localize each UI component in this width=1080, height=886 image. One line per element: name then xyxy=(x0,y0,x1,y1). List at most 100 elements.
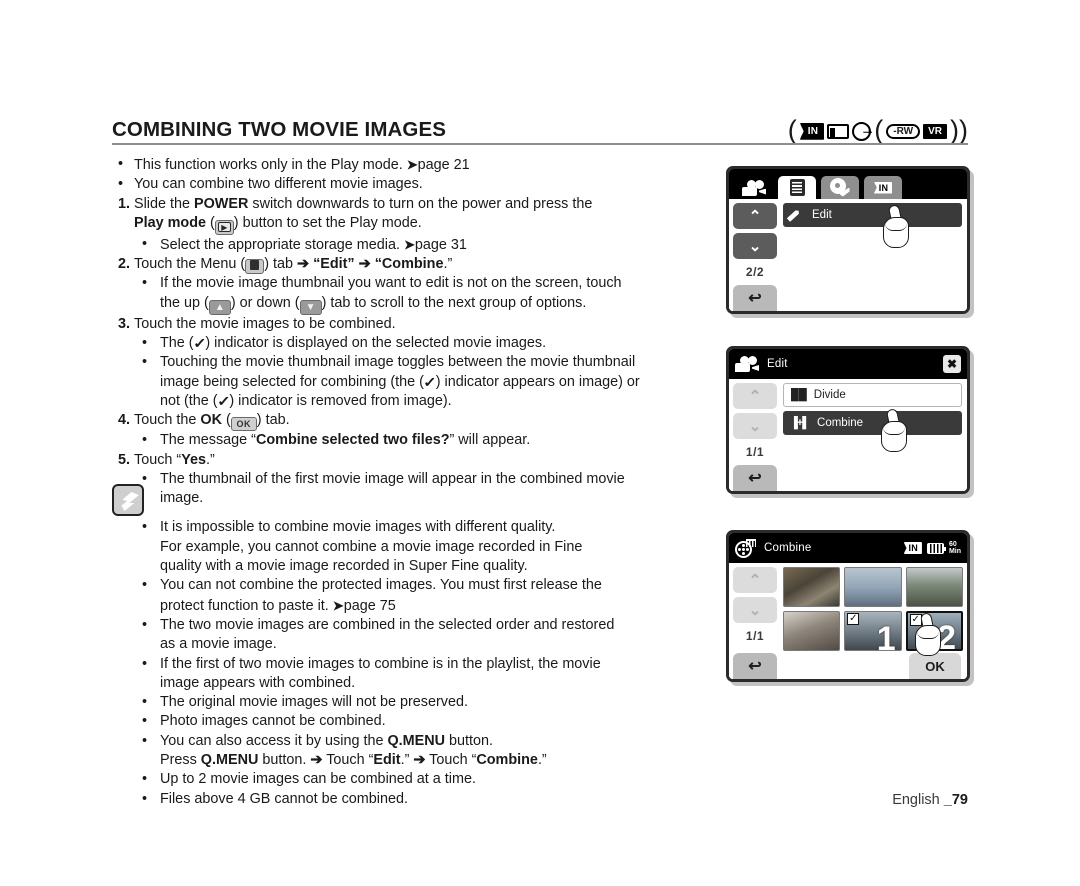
sub-bullet-text: image. xyxy=(160,490,204,507)
camcorder-icon xyxy=(735,356,759,372)
ok-button[interactable]: OK xyxy=(909,653,961,679)
step-text: Touch “ xyxy=(134,451,182,468)
bullet-marker xyxy=(138,235,160,254)
checkmark-icon: ✓ xyxy=(216,392,231,409)
screen2-side-controls: ⌃ ⌄ 1/1 xyxy=(733,383,777,459)
bullet-marker xyxy=(138,353,160,372)
menu-item-combine[interactable]: ▐+▌ Combine xyxy=(783,411,962,435)
combine-keyword: “Combine xyxy=(374,256,444,273)
sub-bullet-text: Select the appropriate storage media. xyxy=(160,236,400,253)
chevron-up-icon: ▲ xyxy=(208,299,231,315)
note-line: as a movie image. xyxy=(112,635,722,654)
bullet-marker xyxy=(138,693,160,712)
play-mode-keyword: Play mode xyxy=(134,214,206,231)
screen3-titlebar: Combine IN 60 Min xyxy=(729,533,967,563)
thumbnail-item-selected-2[interactable]: ✓ 2 xyxy=(905,611,963,651)
bullet-marker xyxy=(138,712,160,731)
step-text-cont: ) tab xyxy=(264,256,293,273)
step-text-end: .” xyxy=(206,451,215,468)
screen3-side-controls: ⌃ ⌄ 1/1 xyxy=(733,567,777,643)
sub-text: image being selected for combining (the … xyxy=(160,373,424,390)
status-bar: IN 60 Min xyxy=(903,541,961,555)
bullet-marker xyxy=(138,732,160,751)
screen-title: Edit xyxy=(767,358,788,370)
play-mode-icon: ▶ xyxy=(214,219,234,235)
bullet-item: You can combine two different movie imag… xyxy=(112,175,722,194)
sub-bullet-cont: image. xyxy=(112,489,722,508)
sub-bullet: The (✓) indicator is displayed on the se… xyxy=(112,334,722,353)
thumbnail-item-selected-1[interactable]: ✓ 1 xyxy=(844,611,902,651)
scroll-down-button[interactable]: ⌄ xyxy=(733,597,777,623)
page-indicator: 1/1 xyxy=(745,445,765,459)
sub-bullet: Select the appropriate storage media. ➤p… xyxy=(112,235,722,255)
note-text: .” xyxy=(400,752,414,769)
checkmark-icon: ✓ xyxy=(192,335,207,352)
manual-page: COMBINING TWO MOVIE IMAGES ( IN ( -RW VR… xyxy=(0,0,1080,886)
storage-in-icon: IN xyxy=(799,122,825,140)
sub-bullet-cont: image being selected for combining (the … xyxy=(112,373,722,392)
tab-settings[interactable] xyxy=(821,176,859,199)
step-item: 1. Slide the POWER switch downwards to t… xyxy=(112,195,722,214)
note-bullet: Photo images cannot be combined. xyxy=(112,712,722,731)
divide-icon: █ █ xyxy=(791,389,807,401)
instruction-body: This function works only in the Play mod… xyxy=(112,155,722,809)
note-line: quality with a movie image recorded in S… xyxy=(112,557,722,576)
tab-camcorder[interactable] xyxy=(735,176,773,199)
step-item-cont: Play mode (▶) button to set the Play mod… xyxy=(112,214,722,235)
thumbnail-item[interactable] xyxy=(783,611,841,651)
menu-tab-icon xyxy=(245,259,265,275)
thumbnail-item[interactable] xyxy=(905,567,963,607)
bullet-marker xyxy=(138,274,160,293)
note-bullet: You can also access it by using the Q.ME… xyxy=(112,732,722,751)
camcorder-icon xyxy=(742,179,766,196)
sequence-arrow: ➔ xyxy=(297,256,310,273)
scroll-up-button[interactable]: ⌃ xyxy=(733,567,777,593)
combine-icon: ▐+▌ xyxy=(790,417,810,429)
page-header: COMBINING TWO MOVIE IMAGES ( IN ( -RW VR… xyxy=(112,117,968,144)
tab-menu-list[interactable] xyxy=(778,176,816,199)
ok-tab-icon: OK xyxy=(230,417,257,432)
back-button[interactable]: ↩ xyxy=(733,653,777,679)
page-ref-arrow: ➤ xyxy=(406,157,418,172)
back-button[interactable]: ↩ xyxy=(733,285,777,311)
checkmark-icon: ✓ xyxy=(847,613,860,625)
sub-text: ) indicator appears on image) or xyxy=(435,373,640,390)
tab-storage[interactable]: IN xyxy=(864,176,902,199)
page-indicator: 2/2 xyxy=(745,265,765,279)
sub-text: ” will appear. xyxy=(449,432,531,449)
note-text: image appears with combined. xyxy=(160,674,356,691)
screen3-body: ⌃ ⌄ 1/1 ↩ ✓ 1 ✓ 2 OK xyxy=(729,563,967,679)
step-item: 3. Touch the movie images to be combined… xyxy=(112,315,722,334)
thumbnail-item[interactable] xyxy=(783,567,841,607)
step-number: 4. xyxy=(118,412,131,429)
back-button[interactable]: ↩ xyxy=(733,465,777,491)
step-text: Touch the movie images to be combined. xyxy=(134,315,396,332)
checkmark-icon: ✓ xyxy=(423,373,437,390)
remaining-time: 60 Min xyxy=(949,541,961,555)
scroll-down-button[interactable]: ⌄ xyxy=(733,413,777,439)
thumbnail-item[interactable] xyxy=(844,567,902,607)
bullet-marker xyxy=(138,518,160,537)
settings-gear-icon xyxy=(831,179,850,197)
disc-vr-icon: VR xyxy=(923,123,948,139)
edit-keyword: “Edit” xyxy=(313,256,355,273)
screen1-menu-list: Edit xyxy=(783,203,962,231)
scroll-up-button[interactable]: ⌃ xyxy=(733,383,777,409)
qmenu-keyword: Q.MENU xyxy=(200,752,259,769)
menu-item-divide[interactable]: █ █ Divide xyxy=(783,383,962,407)
step-text: Touch the xyxy=(134,412,201,429)
step-text-cont: ) button to set the Play mode. xyxy=(233,214,422,231)
note-text: If the first of two movie images to comb… xyxy=(160,655,601,672)
bullet-marker xyxy=(138,334,160,353)
scroll-down-button[interactable]: ⌄ xyxy=(733,233,777,259)
scroll-up-button[interactable]: ⌃ xyxy=(733,203,777,229)
note-text: For example, you cannot combine a movie … xyxy=(160,538,583,555)
menu-item-edit[interactable]: Edit xyxy=(783,203,962,227)
note-text: Touch “ xyxy=(425,752,477,769)
note-line: For example, you cannot combine a movie … xyxy=(112,538,722,557)
close-icon[interactable]: ✖ xyxy=(943,355,961,373)
lcd-screen-combine: Combine IN 60 Min ⌃ ⌄ 1/1 ↩ ✓ 1 ✓ 2 OK xyxy=(726,530,970,682)
note-bullet: Files above 4 GB cannot be combined. xyxy=(112,790,722,809)
bullet-marker xyxy=(138,790,160,809)
ok-keyword: OK xyxy=(200,412,222,429)
